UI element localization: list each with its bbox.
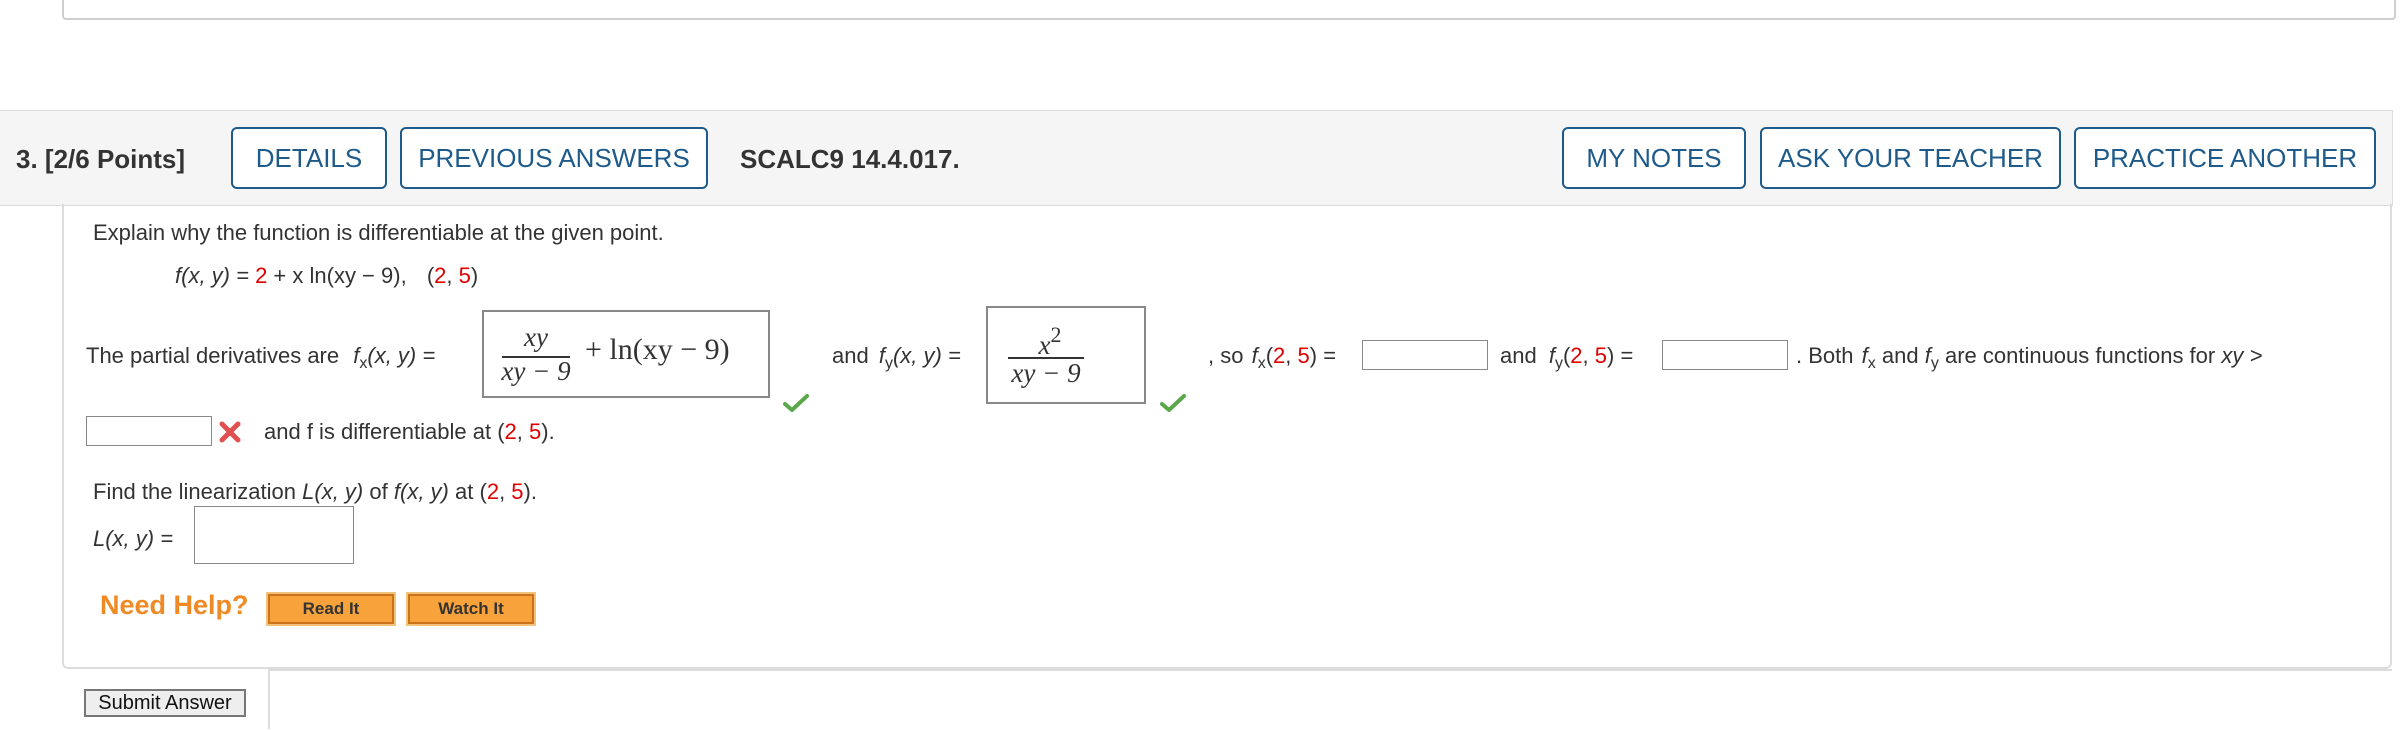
fy-denominator: xy − 9 (1011, 358, 1081, 388)
problem-instruction: Explain why the function is differentiab… (93, 220, 664, 245)
partials-intro: The partial derivatives are fx(x, y) = (86, 343, 436, 372)
need-help-label: Need Help? (100, 590, 249, 620)
fx-ln-term: + ln(xy − 9) (585, 333, 730, 366)
fy-numerator: x2 (1038, 322, 1062, 360)
function-definition: f(x, y) = 2 + x ln(xy − 9), (2, 5) (175, 263, 479, 288)
fy-at-point-input[interactable] (1662, 340, 1788, 370)
fx-denominator: xy − 9 (501, 356, 571, 386)
fy-at-point-label: and fy(2, 5) = (1500, 343, 1634, 372)
continuity-condition-input[interactable] (86, 416, 212, 446)
previous-question-panel (62, 0, 2396, 20)
fx-at-point-label: , so fx(2, 5) = (1208, 343, 1337, 372)
fx-at-point-input[interactable] (1362, 340, 1488, 370)
linearization-input[interactable] (194, 506, 354, 564)
fy-correct-check-icon (1160, 394, 1186, 412)
question-header: 3. [2/6 Points] DETAILS PREVIOUS ANSWERS… (0, 110, 2393, 206)
practice-another-button[interactable]: PRACTICE ANOTHER (2074, 127, 2376, 189)
my-notes-button[interactable]: MY NOTES (1562, 127, 1746, 189)
answer-panel-border (268, 669, 2392, 729)
ask-your-teacher-button[interactable]: ASK YOUR TEACHER (1760, 127, 2061, 189)
fx-correct-check-icon (783, 394, 809, 412)
incorrect-x-icon (219, 421, 241, 443)
submit-answer-button[interactable]: Submit Answer (84, 689, 246, 717)
problem-code: SCALC9 14.4.017. (740, 144, 960, 174)
details-button[interactable]: DETAILS (231, 127, 387, 189)
differentiable-statement: and f is differentiable at (2, 5). (264, 419, 555, 444)
linearization-label: L(x, y) = (93, 526, 174, 551)
read-it-button[interactable]: Read It (266, 592, 396, 626)
continuity-statement: . Both fx and fy are continuous function… (1796, 343, 2263, 372)
previous-answers-button[interactable]: PREVIOUS ANSWERS (400, 127, 708, 189)
fx-numerator: xy (524, 322, 548, 352)
linearization-prompt: Find the linearization L(x, y) of f(x, y… (93, 479, 537, 504)
question-number-points: 3. [2/6 Points] (16, 144, 186, 174)
given-point: (2, 5) (426, 263, 479, 288)
fy-label: and fy(x, y) = (832, 343, 961, 372)
watch-it-button[interactable]: Watch It (406, 592, 536, 626)
